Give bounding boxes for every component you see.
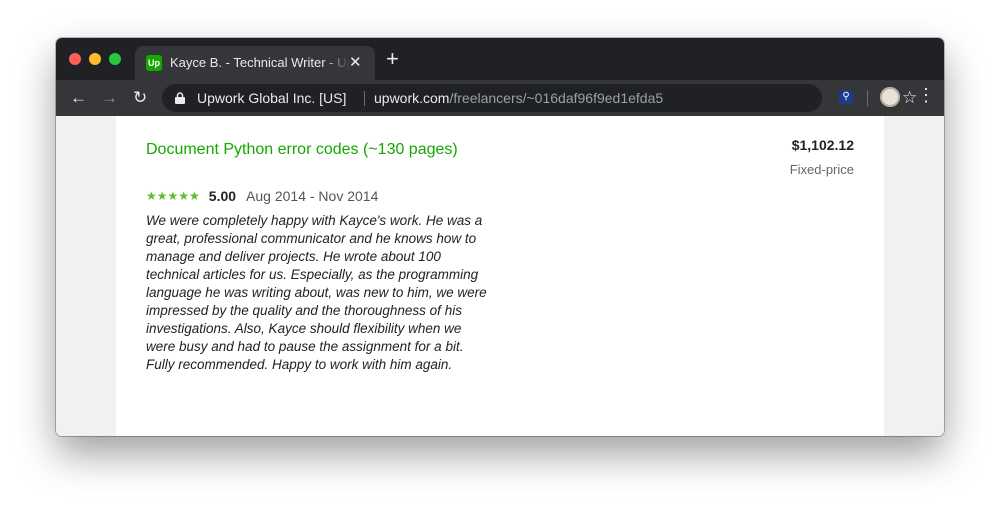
rating-score: 5.00 <box>208 188 237 204</box>
url-host: upwork.com <box>374 90 450 106</box>
earned-amount: $1,102.12 <box>791 137 854 153</box>
price-type: Fixed-price <box>789 162 854 177</box>
browser-toolbar: ← → ↻ Upwork Global Inc. [US] upwork.com… <box>56 80 944 116</box>
bookmark-star-icon[interactable]: ☆ <box>902 88 917 108</box>
address-bar[interactable]: Upwork Global Inc. [US] upwork.com/freel… <box>162 84 917 112</box>
star-rating-icon: ★★★★★ <box>146 189 200 203</box>
forward-arrow-icon[interactable]: → <box>101 88 118 108</box>
tab-title: Kayce B. - Technical Writer - Upwork <box>170 55 350 70</box>
extension-key-icon[interactable]: ⚲ <box>839 90 853 104</box>
close-window-button[interactable] <box>69 53 81 65</box>
client-feedback: We were completely happy with Kayce's wo… <box>146 213 487 372</box>
profile-avatar[interactable] <box>880 87 900 107</box>
maximize-window-button[interactable] <box>109 53 121 65</box>
close-tab-icon[interactable]: ✕ <box>349 53 362 71</box>
job-title-link[interactable]: Document Python error codes (~130 pages) <box>146 138 466 161</box>
new-tab-button[interactable]: + <box>386 48 399 70</box>
work-history-card: Document Python error codes (~130 pages)… <box>116 116 884 436</box>
page-content: Document Python error codes (~130 pages)… <box>56 116 944 436</box>
upwork-favicon-icon: Up <box>146 55 162 71</box>
tab-strip: Up Kayce B. - Technical Writer - Upwork … <box>56 38 944 80</box>
url-path: /freelancers/~016daf96f9ed1efda5 <box>449 90 664 106</box>
minimize-window-button[interactable] <box>89 53 101 65</box>
url-text[interactable]: upwork.com/freelancers/~016daf96f9ed1efd… <box>374 90 663 106</box>
omnibox-divider <box>364 91 365 106</box>
site-identity[interactable]: Upwork Global Inc. [US] <box>197 90 346 106</box>
lock-icon <box>175 92 185 104</box>
back-arrow-icon[interactable]: ← <box>70 88 87 108</box>
browser-window: Up Kayce B. - Technical Writer - Upwork … <box>56 38 944 436</box>
toolbar-divider <box>867 90 868 106</box>
tab-active[interactable]: Up Kayce B. - Technical Writer - Upwork … <box>135 46 375 80</box>
date-range: Aug 2014 - Nov 2014 <box>246 188 379 204</box>
rating-row: ★★★★★ 5.00 Aug 2014 - Nov 2014 <box>146 188 378 204</box>
reload-icon[interactable]: ↻ <box>133 88 147 108</box>
menu-dots-icon[interactable]: ⋮ <box>917 86 935 104</box>
